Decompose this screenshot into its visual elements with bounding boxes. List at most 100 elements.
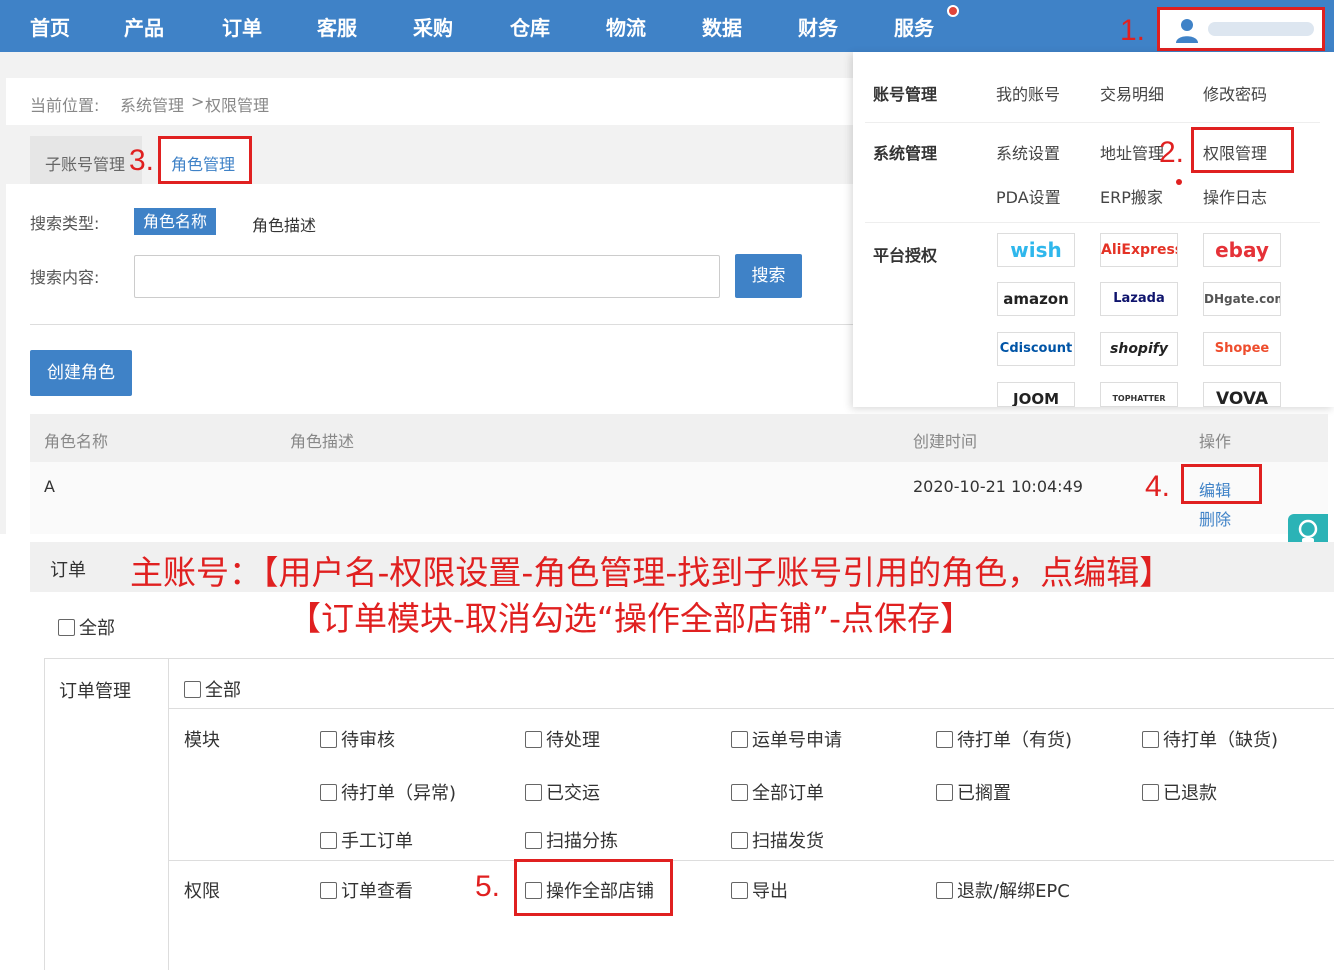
checkbox-box[interactable]: [731, 783, 748, 801]
checkbox-box[interactable]: [320, 881, 337, 899]
search-type-role-name[interactable]: 角色名称: [134, 208, 216, 235]
search-button[interactable]: 搜索: [735, 254, 802, 298]
ebay-logo[interactable]: ebay: [1203, 233, 1281, 267]
lazada-logo[interactable]: Lazada: [1100, 282, 1178, 316]
search-type-label: 搜索类型:: [30, 214, 100, 233]
checkbox-box[interactable]: [525, 783, 542, 801]
breadcrumb-system[interactable]: 系统管理: [120, 92, 184, 116]
erp-migration-link[interactable]: ERP搬家: [1100, 184, 1163, 208]
step-1-label: 1.: [1120, 14, 1146, 47]
order-permission-table: [44, 658, 1334, 970]
checkbox-label: 待处理: [546, 730, 600, 751]
nav-home[interactable]: 首页: [30, 12, 70, 41]
col-role-desc: 角色描述: [290, 432, 355, 451]
module-checkbox[interactable]: 待处理: [525, 726, 600, 752]
module-checkbox[interactable]: 已搁置: [936, 779, 1011, 805]
search-type-role-desc[interactable]: 角色描述: [252, 212, 316, 236]
col-role-name: 角色名称: [44, 432, 109, 451]
create-role-button[interactable]: 创建角色: [30, 350, 132, 396]
user-dropdown-menu: 账号管理 我的账号 交易明细 修改密码 系统管理 系统设置 地址管理 2. 权限…: [853, 52, 1334, 407]
nav-data[interactable]: 数据: [702, 12, 742, 41]
module-checkbox[interactable]: 待打单（异常): [320, 779, 456, 805]
my-account-link[interactable]: 我的账号: [996, 81, 1060, 105]
checkbox-label: 待打单（异常): [341, 783, 457, 804]
step-3-highlight: [158, 136, 252, 184]
checkbox-box[interactable]: [320, 783, 337, 801]
dropdown-divider: [865, 222, 1320, 223]
step-5-label: 5.: [475, 870, 501, 903]
shopee-logo[interactable]: Shopee: [1203, 332, 1281, 366]
module-checkbox[interactable]: 待打单（缺货): [1142, 726, 1278, 752]
wish-logo[interactable]: wish: [997, 233, 1075, 267]
vova-logo[interactable]: VOVA: [1203, 382, 1281, 407]
module-checkbox[interactable]: 待审核: [320, 726, 395, 752]
user-menu-button[interactable]: [1157, 7, 1325, 51]
dhgate-logo[interactable]: DHgate.com: [1203, 282, 1281, 316]
checkbox-box[interactable]: [731, 831, 748, 849]
step-4-label: 4.: [1145, 470, 1171, 503]
tophatter-logo[interactable]: TOPHATTER: [1100, 382, 1178, 407]
checkbox-box[interactable]: [525, 730, 542, 748]
nav-logistics[interactable]: 物流: [606, 12, 646, 41]
top-nav: 首页 产品 订单 客服 采购 仓库 物流 数据 财务 服务 1.: [0, 0, 1334, 52]
checkbox-box[interactable]: [936, 730, 953, 748]
checkbox-label: 全部订单: [752, 783, 824, 804]
checkbox-box[interactable]: [936, 783, 953, 801]
module-checkbox[interactable]: 全部订单: [731, 779, 824, 805]
checkbox-label: 手工订单: [341, 831, 413, 852]
module-checkbox[interactable]: 已退款: [1142, 779, 1217, 805]
transactions-link[interactable]: 交易明细: [1100, 81, 1164, 105]
module-checkbox[interactable]: 待打单（有货): [936, 726, 1072, 752]
nav-orders[interactable]: 订单: [222, 12, 262, 41]
operation-log-link[interactable]: 操作日志: [1203, 184, 1267, 208]
checkbox-box[interactable]: [936, 881, 953, 899]
system-settings-link[interactable]: 系统设置: [996, 140, 1060, 164]
order-all-checkbox[interactable]: 全部: [58, 614, 115, 640]
checkbox-label: 已交运: [546, 783, 600, 804]
nav-warehouse[interactable]: 仓库: [510, 12, 550, 41]
checkbox-box[interactable]: [320, 831, 337, 849]
nav-products[interactable]: 产品: [124, 12, 164, 41]
checkbox-box[interactable]: [731, 881, 748, 899]
checkbox-label: 待打单（缺货): [1163, 730, 1279, 751]
search-content-label: 搜索内容:: [30, 268, 100, 287]
erp-new-dot: [1176, 179, 1182, 185]
shopify-logo[interactable]: shopify: [1100, 332, 1178, 366]
checkbox-box[interactable]: [525, 831, 542, 849]
nav-purchasing[interactable]: 采购: [413, 12, 453, 41]
checkbox-box[interactable]: [1142, 730, 1159, 748]
user-icon: [1176, 19, 1198, 43]
aliexpress-logo[interactable]: AliExpress: [1100, 233, 1178, 267]
checkbox-box[interactable]: [184, 680, 201, 698]
permission-checkbox-view[interactable]: 订单查看: [320, 877, 413, 903]
pda-settings-link[interactable]: PDA设置: [996, 184, 1061, 208]
amazon-logo[interactable]: amazon: [997, 282, 1075, 316]
checkbox-label: 退款/解绑EPC: [957, 881, 1070, 902]
instruction-caption-line1: 主账号：【用户名-权限设置-角色管理-找到子账号引用的角色，点编辑】: [130, 553, 1173, 592]
checkbox-box[interactable]: [320, 730, 337, 748]
module-checkbox[interactable]: 已交运: [525, 779, 600, 805]
delete-link[interactable]: 删除: [1199, 506, 1231, 530]
joom-logo[interactable]: JOOM: [997, 382, 1075, 407]
search-input[interactable]: [134, 255, 720, 298]
created-time-cell: 2020-10-21 10:04:49: [913, 477, 1083, 496]
permission-checkbox-refund[interactable]: 退款/解绑EPC: [936, 877, 1070, 903]
module-checkbox[interactable]: 扫描发货: [731, 827, 824, 853]
change-password-link[interactable]: 修改密码: [1203, 81, 1267, 105]
module-checkbox[interactable]: 扫描分拣: [525, 827, 618, 853]
checkbox-label: 扫描发货: [752, 831, 824, 852]
checkbox-box[interactable]: [58, 618, 75, 636]
order-section-title: 订单: [50, 560, 86, 581]
cdiscount-logo[interactable]: Cdiscount: [997, 332, 1075, 366]
nav-finance[interactable]: 财务: [798, 12, 838, 41]
checkbox-label: 全部: [205, 680, 241, 701]
module-checkbox[interactable]: 手工订单: [320, 827, 413, 853]
checkbox-box[interactable]: [731, 730, 748, 748]
permission-checkbox-export[interactable]: 导出: [731, 877, 788, 903]
address-management-link[interactable]: 地址管理: [1100, 140, 1164, 164]
module-checkbox[interactable]: 运单号申请: [731, 726, 842, 752]
checkbox-box[interactable]: [1142, 783, 1159, 801]
order-mgmt-all-checkbox[interactable]: 全部: [184, 676, 241, 702]
nav-services[interactable]: 服务: [894, 12, 934, 41]
nav-customer-service[interactable]: 客服: [317, 12, 357, 41]
